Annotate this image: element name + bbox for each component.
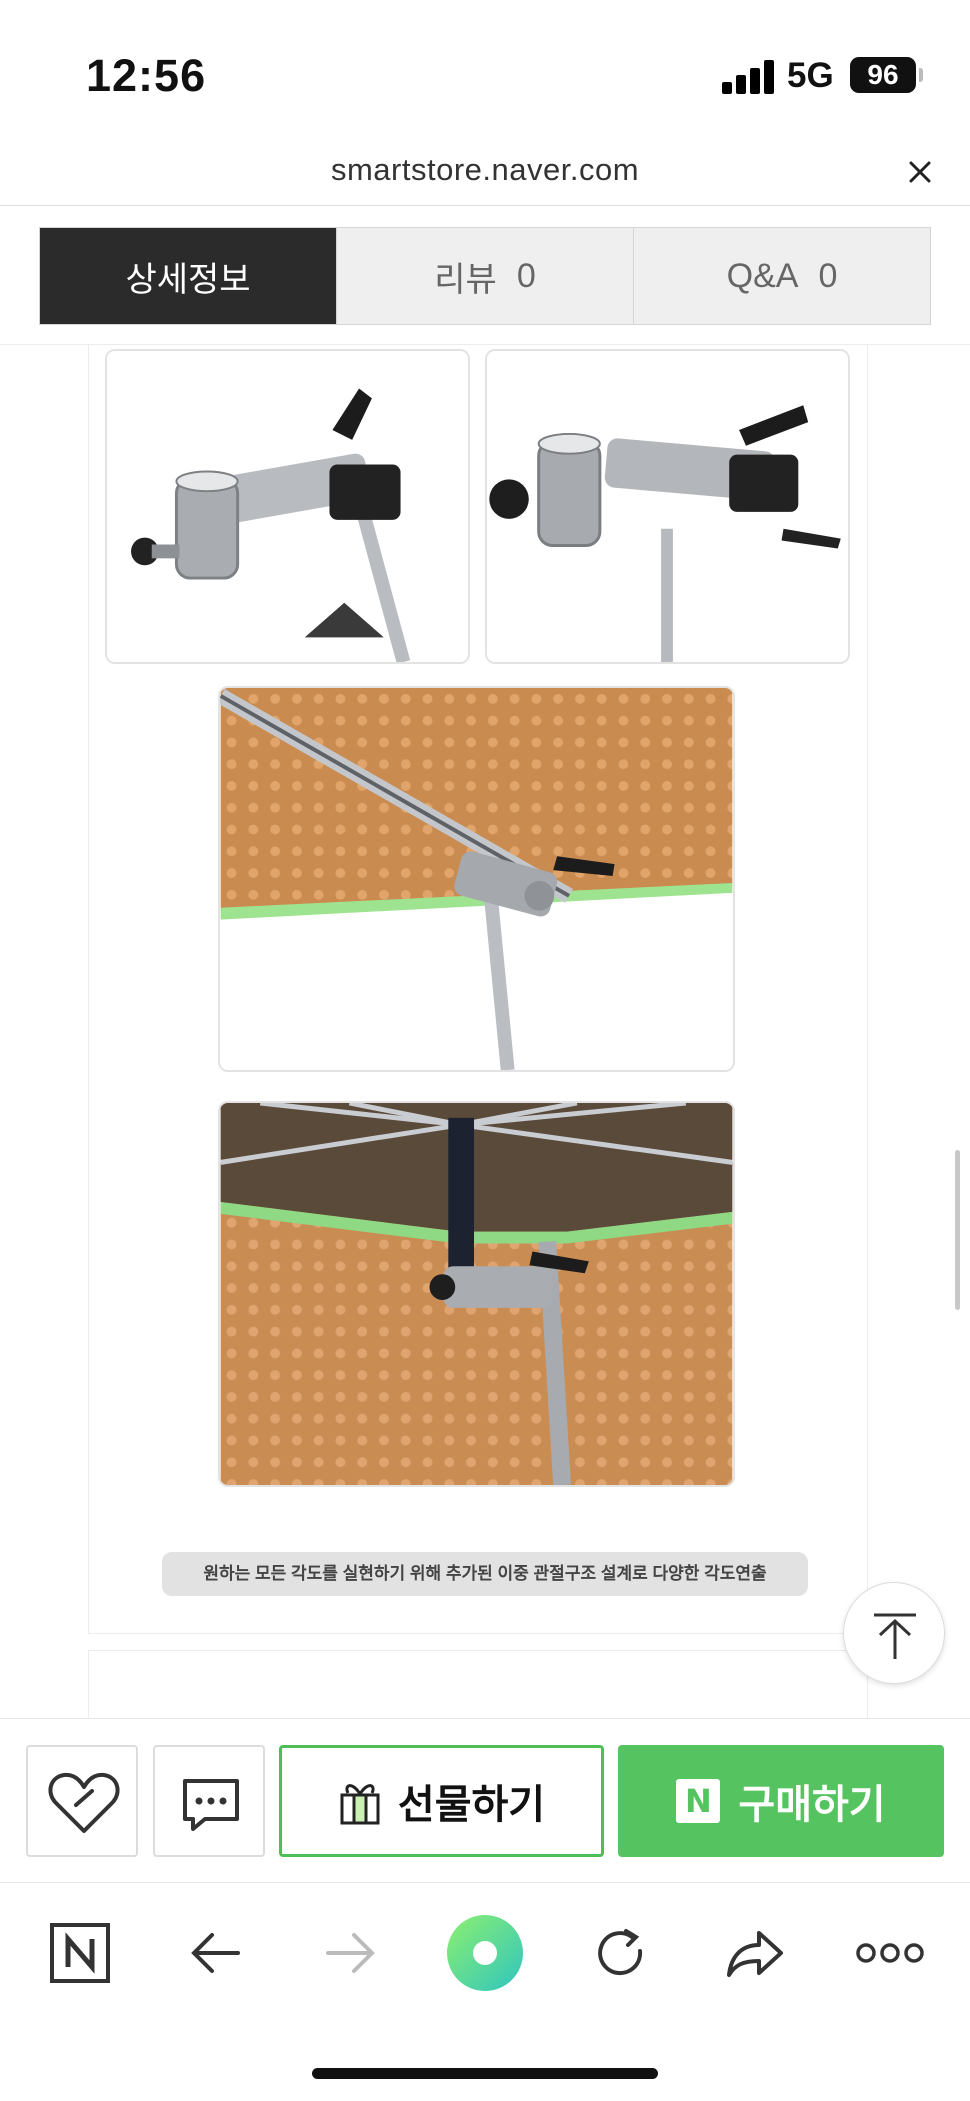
green-dot-icon[interactable] (445, 1913, 525, 1993)
home-indicator[interactable] (312, 2068, 658, 2079)
arrow-up-icon (874, 1613, 916, 1659)
gift-icon (340, 1784, 380, 1825)
gift-button[interactable]: 선물하기 (279, 1745, 604, 1857)
status-time: 12:56 (86, 50, 207, 101)
battery-tip (919, 68, 923, 82)
signal-icon (722, 60, 776, 94)
naver-pay-badge: N (676, 1779, 721, 1823)
product-photo-clamp-side (105, 349, 470, 664)
scrollbar[interactable] (955, 1150, 960, 1310)
product-photo-umbrella-under (218, 1101, 735, 1487)
tab-qna-label: Q&A (726, 256, 799, 295)
reload-icon[interactable] (580, 1913, 660, 1993)
scroll-top-button[interactable] (843, 1582, 945, 1684)
chat-icon (183, 1779, 239, 1831)
talk-button[interactable] (153, 1745, 265, 1857)
buy-button[interactable]: N 구매하기 (618, 1745, 944, 1857)
tab-qna[interactable]: Q&A 0 (634, 228, 930, 324)
product-photo-umbrella-angle (218, 686, 735, 1072)
more-icon[interactable] (850, 1913, 930, 1993)
tab-qna-count: 0 (818, 256, 838, 295)
zzim-button[interactable] (26, 1745, 138, 1857)
detail-tabs: 상세정보 리뷰 0 Q&A 0 (39, 227, 931, 325)
url-bar: smartstore.naver.com (0, 140, 970, 206)
caption-banner: 원하는 모든 각도를 실현하기 위해 추가된 이중 관절구조 설계로 다양한 각… (162, 1552, 808, 1596)
share-icon[interactable] (715, 1913, 795, 1993)
arrow-left-icon[interactable] (176, 1913, 256, 1993)
tab-review[interactable]: 리뷰 0 (337, 228, 634, 324)
tab-detail[interactable]: 상세정보 (40, 228, 337, 324)
url-text[interactable]: smartstore.naver.com (0, 152, 970, 188)
gift-label: 선물하기 (397, 1783, 546, 1827)
next-section (88, 1650, 868, 1720)
product-photo-clamp-front (485, 349, 850, 664)
heart-icon (48, 1772, 120, 1833)
battery-icon: 96 (850, 57, 916, 93)
network-label: 5G (787, 56, 834, 95)
tab-review-count: 0 (516, 256, 536, 295)
buy-label: 구매하기 (738, 1783, 886, 1827)
tab-review-label: 리뷰 (434, 260, 497, 299)
status-bar: 12:56 5G 96 (0, 0, 970, 140)
arrow-right-icon[interactable] (310, 1913, 390, 1993)
purchase-bar: 선물하기 N 구매하기 (0, 1718, 970, 1882)
tab-detail-label: 상세정보 (125, 260, 251, 299)
naver-home-icon[interactable] (40, 1913, 120, 1993)
close-icon[interactable] (900, 152, 940, 192)
